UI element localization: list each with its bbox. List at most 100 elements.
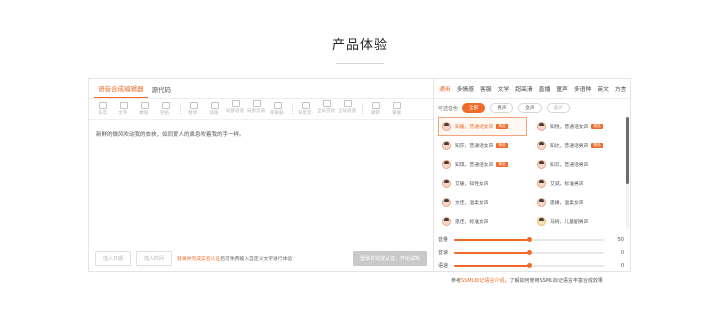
toolbar-button-global-effect[interactable]: 全局语速·	[338, 99, 357, 119]
toolbar-button-pause[interactable]: 暂停·	[184, 102, 203, 116]
avatar-icon	[537, 198, 546, 207]
slider-handle[interactable]	[527, 262, 532, 268]
login-note: 登录并完成实名认证后可免费输入自定义文字进行体验	[177, 255, 292, 262]
ssml-editor: 语音合成编辑器 源代码 多音 文字· 数值· 别名· 暂停· 语速· 局部语速· 局部音调· 效…	[88, 78, 434, 272]
slider-track[interactable]	[454, 236, 604, 242]
toolbar-divider	[292, 103, 293, 115]
toolbar-button-speed[interactable]: 局部语速·	[226, 99, 245, 119]
slider-track[interactable]	[454, 249, 604, 255]
play-button[interactable]: 登录并完成认证，开始试听	[352, 250, 427, 266]
voice-card[interactable]: 知媛，普通话女声 精品	[438, 117, 527, 136]
toolbar-button-label: 多音	[98, 111, 107, 116]
toolbar-button-alias[interactable]: 别名·	[156, 102, 175, 116]
slider-track[interactable]	[454, 262, 604, 268]
toolbar-button-voice[interactable]: 语速·	[205, 102, 224, 116]
voice-tab[interactable]: 童声	[553, 84, 571, 93]
voice-badge: 精品	[496, 143, 508, 148]
voice-list-scrollbar[interactable]	[626, 117, 629, 229]
filter-pill[interactable]: 女声	[518, 103, 542, 113]
slider-row: 音量 50	[434, 233, 630, 246]
voice-icon	[210, 102, 219, 109]
slider-fill	[454, 251, 529, 254]
voice-list: 知媛，普通话女声 精品 知悦，普通话女声 精品 知莎，普通话女声 精品 知达，普通话男声 精品…	[434, 117, 630, 231]
editor-text-area[interactable]: 新鲜的微风吹动我的衣袂，如同爱人的鼻息吹着我的手一样。	[89, 120, 433, 148]
tab-editor[interactable]: 语音合成编辑器	[94, 83, 148, 98]
toolbar-button-label: 重做	[392, 111, 401, 116]
voice-name: 知琪，普通话女声	[455, 163, 494, 168]
insert-time-button[interactable]: 插入时间	[136, 250, 173, 266]
voice-tab[interactable]: 文学	[495, 84, 513, 93]
voice-tab[interactable]: 直播	[536, 84, 554, 93]
toolbar-button-tts[interactable]: 多音	[93, 102, 112, 116]
voice-name: 知达，普通话男声	[550, 144, 589, 149]
voice-card[interactable]: 知琪，普通话女声 精品	[438, 155, 527, 174]
toolbar-button-volume[interactable]: 全局音效·	[317, 99, 336, 119]
toolbar-button-pitch[interactable]: 局部音调·	[247, 99, 266, 119]
filter-pill[interactable]: 全部	[462, 103, 486, 113]
avatar-icon	[537, 122, 546, 131]
voice-tab[interactable]: 多语种	[571, 84, 594, 93]
editor-footer: 插入日期 插入时间 登录并完成实名认证后可免费输入自定义文字进行体验 登录并完成…	[89, 245, 433, 271]
login-note-text: 后可免费输入自定义文字进行体验	[220, 256, 293, 262]
slider-fill	[454, 238, 529, 241]
voice-card[interactable]: 知达，普通话男声 精品	[533, 136, 622, 155]
ssml-intro-link[interactable]: SSML标记语言介绍	[461, 278, 504, 284]
verify-link[interactable]: 登录并完成实名认证	[177, 257, 220, 262]
toolbar-button-label: 语速·	[209, 111, 220, 116]
toolbar-button-label: 效果器·	[270, 111, 285, 116]
voice-tab[interactable]: 超高清	[512, 84, 535, 93]
toolbar-button-label: 数值·	[139, 111, 150, 116]
toolbar-button-label: 局部语速·	[226, 108, 244, 119]
voice-card[interactable]: 思婧，温柔女声	[533, 193, 622, 212]
toolbar-button-effect[interactable]: 效果器·	[268, 102, 287, 116]
toolbar-button-bgm[interactable]: 背景音·	[296, 102, 315, 116]
voice-tab[interactable]: 方言	[612, 84, 630, 93]
toolbar-button-label: 局部音调·	[247, 108, 265, 119]
avatar-icon	[537, 160, 546, 169]
filter-pill[interactable]: 男声	[490, 103, 514, 113]
slider-row: 音速 0	[434, 246, 630, 259]
voice-card[interactable]: 马树，儿童剧男声	[533, 212, 622, 231]
insert-date-button[interactable]: 插入日期	[95, 250, 132, 266]
voice-tab[interactable]: 英文	[594, 84, 612, 93]
speed-icon	[231, 99, 240, 107]
voice-card[interactable]: 文佳，温柔女声	[438, 193, 527, 212]
slider-handle[interactable]	[527, 249, 532, 255]
slider-label: 语速	[438, 263, 449, 269]
bgm-icon	[301, 102, 310, 109]
filter-pill[interactable]: 童声	[546, 103, 570, 113]
effect-icon	[273, 102, 282, 109]
digit-icon	[140, 102, 149, 109]
voice-card[interactable]: 艾媛，知性女声	[438, 174, 527, 193]
toolbar-button-undo[interactable]: 撤销	[366, 102, 385, 116]
voice-tab[interactable]: 通用	[436, 84, 454, 93]
slider-label: 音量	[438, 237, 449, 243]
tab-source-code[interactable]: 源代码	[148, 84, 176, 98]
toolbar-button-redo[interactable]: 重做	[387, 102, 406, 116]
filter-label: 可选音色	[438, 105, 459, 112]
ssml-note-suffix: ，了解如何使用SSML标记语言丰富合成效果	[504, 278, 603, 284]
slider-handle[interactable]	[527, 236, 532, 242]
voice-card[interactable]: 知莎，普通话女声 精品	[438, 136, 527, 155]
toolbar-button-label: 全局语速·	[338, 108, 356, 119]
voice-filter: 可选音色 全部 男声 女声 童声	[434, 99, 630, 117]
voice-card[interactable]: 思佳，标准女声	[438, 212, 527, 231]
voice-name: 知莎，普通话女声	[455, 144, 494, 149]
voice-tab[interactable]: 多情感	[454, 84, 477, 93]
avatar-icon	[442, 217, 451, 226]
toolbar-button-text[interactable]: 文字·	[114, 102, 133, 116]
voice-card[interactable]: 艾诚，标准男声	[533, 174, 622, 193]
voice-badge: 精品	[496, 124, 508, 129]
voice-badge: 精品	[591, 143, 603, 148]
scrollbar-thumb[interactable]	[626, 117, 629, 185]
pause-icon	[189, 102, 198, 109]
slider-value: 50	[617, 236, 624, 243]
voice-tab[interactable]: 客服	[477, 84, 495, 93]
redo-icon	[392, 102, 401, 109]
toolbar-button-digit[interactable]: 数值·	[135, 102, 154, 116]
editor-toolbar: 多音 文字· 数值· 别名· 暂停· 语速· 局部语速· 局部音调· 效果器· 背景音· 全局音效·…	[89, 99, 433, 120]
voice-card[interactable]: 知悦，普通话女声 精品	[533, 117, 622, 136]
section-title: 产品体验	[331, 38, 388, 53]
avatar-icon	[442, 198, 451, 207]
voice-card[interactable]: 知云，普通话男声	[533, 155, 622, 174]
